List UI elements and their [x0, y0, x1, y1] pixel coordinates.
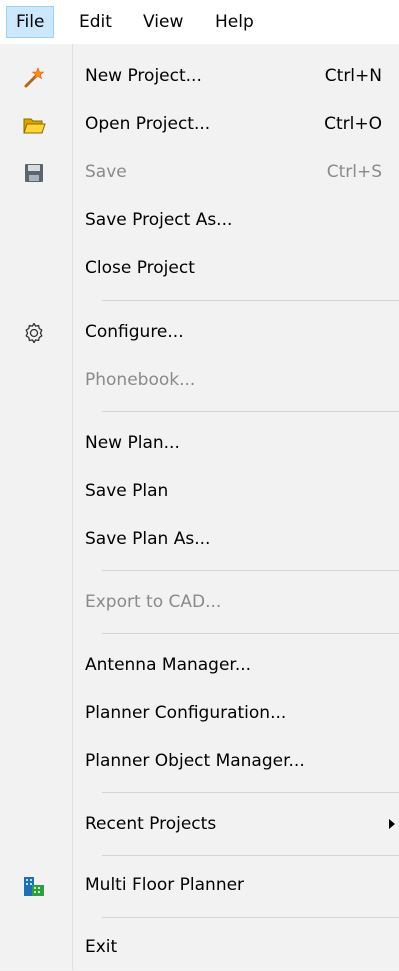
menu-view[interactable]: View	[134, 6, 192, 38]
menu-separator	[102, 411, 399, 412]
save-shortcut: Ctrl+S	[326, 162, 382, 182]
new-project-shortcut: Ctrl+N	[324, 66, 382, 86]
menu-item-save-project-as[interactable]: Save Project As...	[0, 197, 399, 244]
file-menu-dropdown: New Project... Ctrl+N Open Project... Ct…	[0, 44, 399, 970]
planner-object-manager-label: Planner Object Manager...	[85, 751, 305, 771]
menu-item-export-to-cad[interactable]: Export to CAD...	[0, 579, 399, 626]
open-project-shortcut: Ctrl+O	[324, 114, 382, 134]
open-folder-icon	[22, 113, 46, 137]
menu-edit[interactable]: Edit	[70, 6, 121, 38]
menu-item-save-plan[interactable]: Save Plan	[0, 468, 399, 515]
menu-item-new-project[interactable]: New Project... Ctrl+N	[0, 53, 399, 100]
menu-item-multi-floor-planner[interactable]: Multi Floor Planner	[0, 862, 399, 909]
menu-file[interactable]: File	[6, 6, 55, 38]
configure-label: Configure...	[85, 322, 184, 342]
menu-separator	[102, 855, 399, 856]
menu-item-save[interactable]: Save Ctrl+S	[0, 149, 399, 196]
close-project-label: Close Project	[85, 258, 195, 278]
menu-item-open-project[interactable]: Open Project... Ctrl+O	[0, 101, 399, 148]
menu-item-configure[interactable]: Configure...	[0, 309, 399, 356]
menu-help[interactable]: Help	[206, 6, 263, 38]
menu-separator	[102, 300, 399, 301]
menu-separator	[102, 633, 399, 634]
menu-item-recent-projects[interactable]: Recent Projects	[0, 801, 399, 848]
magic-wand-icon	[22, 65, 46, 89]
exit-label: Exit	[85, 937, 118, 957]
menu-item-planner-configuration[interactable]: Planner Configuration...	[0, 690, 399, 737]
phonebook-label: Phonebook...	[85, 370, 196, 390]
save-plan-as-label: Save Plan As...	[85, 529, 211, 549]
floppy-disk-icon	[22, 161, 46, 185]
new-plan-label: New Plan...	[85, 433, 180, 453]
menu-item-phonebook[interactable]: Phonebook...	[0, 357, 399, 404]
menu-item-save-plan-as[interactable]: Save Plan As...	[0, 516, 399, 563]
open-project-label: Open Project...	[85, 114, 211, 134]
new-project-label: New Project...	[85, 66, 202, 86]
planner-configuration-label: Planner Configuration...	[85, 703, 287, 723]
menu-item-close-project[interactable]: Close Project	[0, 245, 399, 292]
save-project-as-label: Save Project As...	[85, 210, 233, 230]
gear-icon	[22, 321, 46, 345]
save-label: Save	[85, 162, 127, 182]
menu-item-antenna-manager[interactable]: Antenna Manager...	[0, 642, 399, 689]
menu-separator	[102, 792, 399, 793]
antenna-manager-label: Antenna Manager...	[85, 655, 252, 675]
menu-separator	[102, 570, 399, 571]
menu-item-new-plan[interactable]: New Plan...	[0, 420, 399, 467]
menu-separator	[102, 917, 399, 918]
export-to-cad-label: Export to CAD...	[85, 592, 222, 612]
menu-item-exit[interactable]: Exit	[0, 924, 399, 971]
recent-projects-label: Recent Projects	[85, 814, 217, 834]
multi-floor-planner-label: Multi Floor Planner	[85, 875, 245, 895]
building-floors-icon	[22, 874, 46, 898]
menu-item-planner-object-manager[interactable]: Planner Object Manager...	[0, 738, 399, 785]
menu-bar: File Edit View Help	[0, 0, 399, 45]
save-plan-label: Save Plan	[85, 481, 169, 501]
submenu-arrow-icon	[389, 819, 395, 829]
